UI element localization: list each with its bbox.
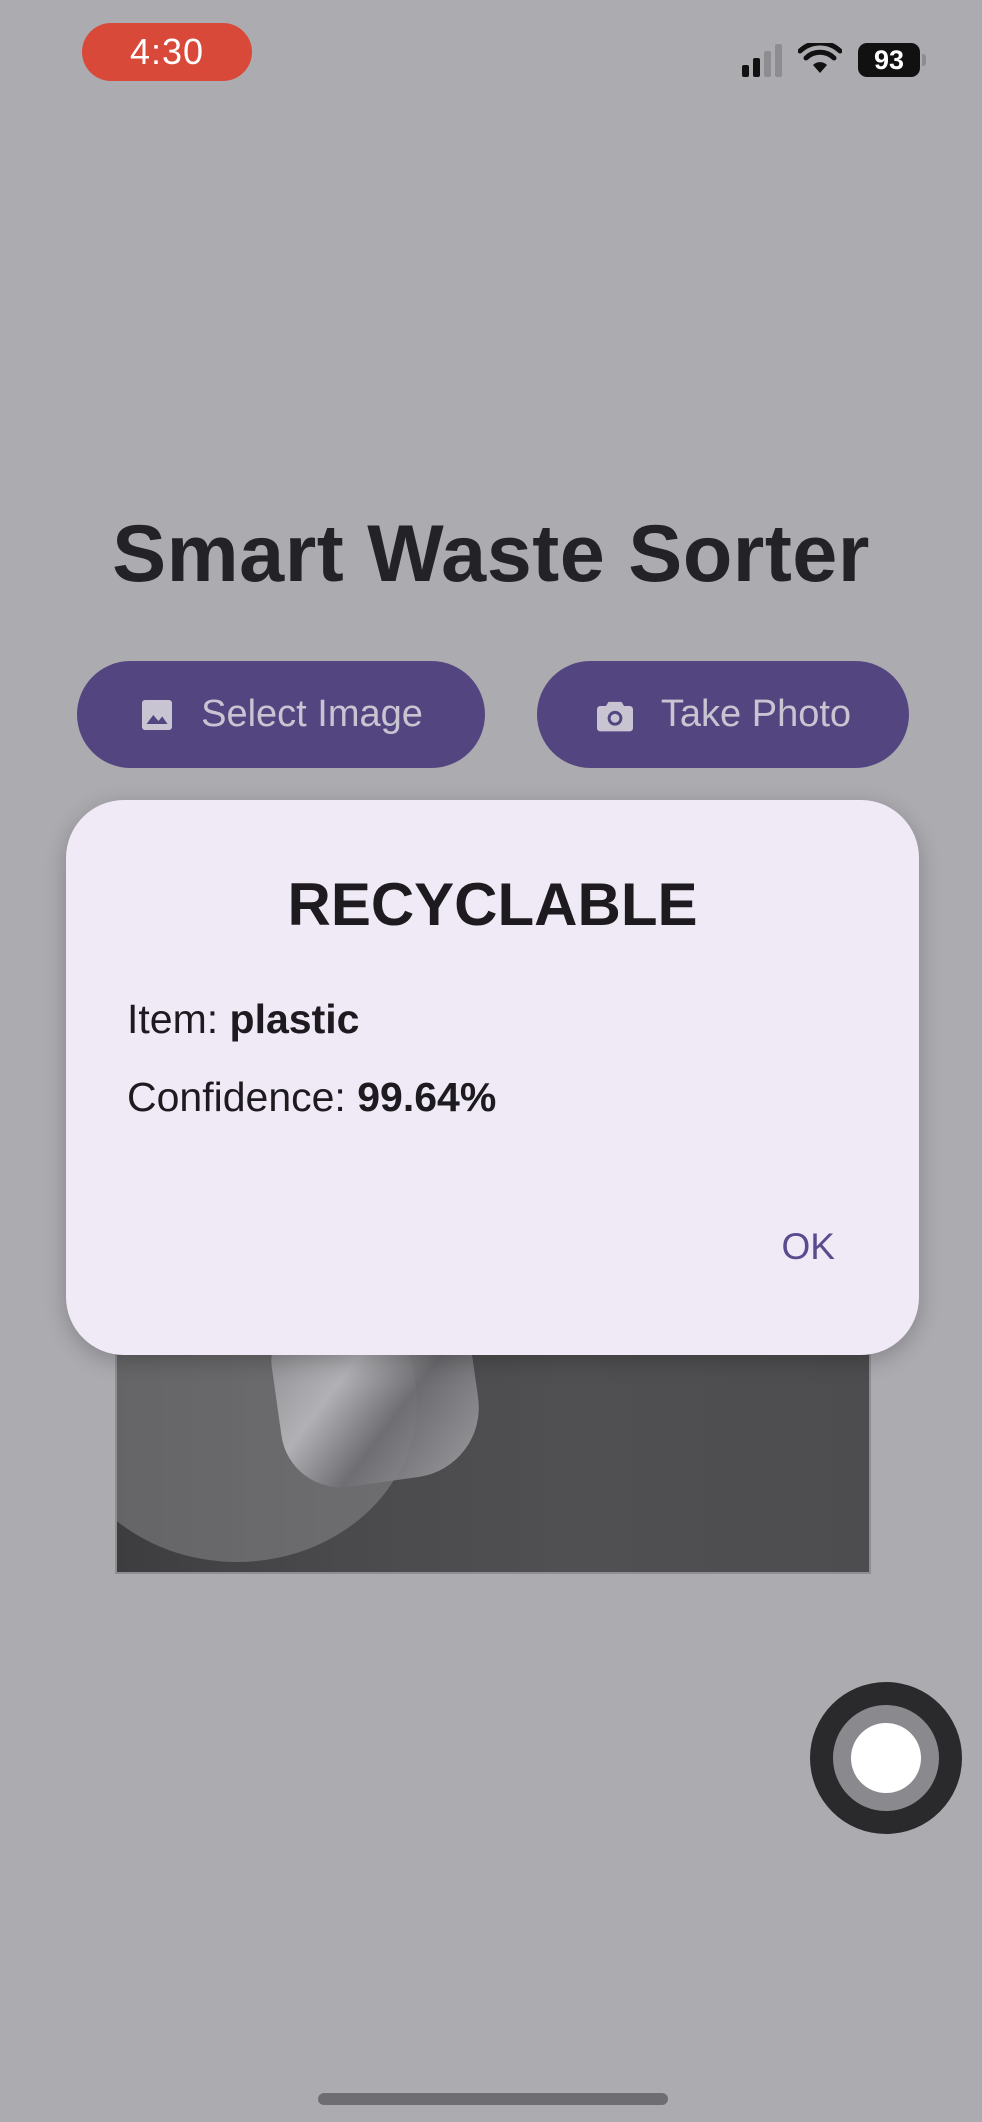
battery-icon: 93 (858, 43, 926, 77)
confidence-row: Confidence: 99.64% (127, 1074, 496, 1121)
page-title: Smart Waste Sorter (112, 509, 870, 599)
confidence-label: Confidence: (127, 1074, 358, 1120)
item-value: plastic (229, 996, 360, 1042)
dialog-title: RECYCLABLE (287, 871, 698, 938)
status-icons: 93 (742, 40, 926, 80)
home-indicator[interactable] (318, 2093, 668, 2105)
select-image-label: Select Image (201, 693, 423, 735)
take-photo-label: Take Photo (660, 693, 852, 735)
cellular-signal-icon (742, 43, 782, 77)
item-row: Item: plastic (127, 996, 359, 1043)
take-photo-button[interactable]: Take Photo (537, 661, 909, 768)
selected-image-preview (115, 1320, 871, 1574)
assistive-touch-dot (851, 1723, 921, 1793)
status-time[interactable]: 4:30 (82, 23, 252, 81)
assistive-touch-button[interactable] (810, 1682, 962, 1834)
item-label: Item: (127, 996, 230, 1042)
wifi-icon (798, 43, 842, 77)
ok-button[interactable]: OK (778, 1220, 839, 1274)
result-dialog: RECYCLABLE Item: plastic Confidence: 99.… (66, 800, 919, 1355)
battery-level: 93 (873, 44, 905, 75)
status-time-label: 4:30 (129, 31, 205, 72)
select-image-button[interactable]: Select Image (77, 661, 485, 768)
confidence-value: 99.64% (357, 1074, 497, 1120)
app-screen: 4:30 93 Smart Waste Sorter Select Image … (0, 0, 982, 2122)
camera-icon (595, 697, 635, 733)
image-icon (139, 697, 175, 733)
assistive-touch-ring (833, 1705, 939, 1811)
